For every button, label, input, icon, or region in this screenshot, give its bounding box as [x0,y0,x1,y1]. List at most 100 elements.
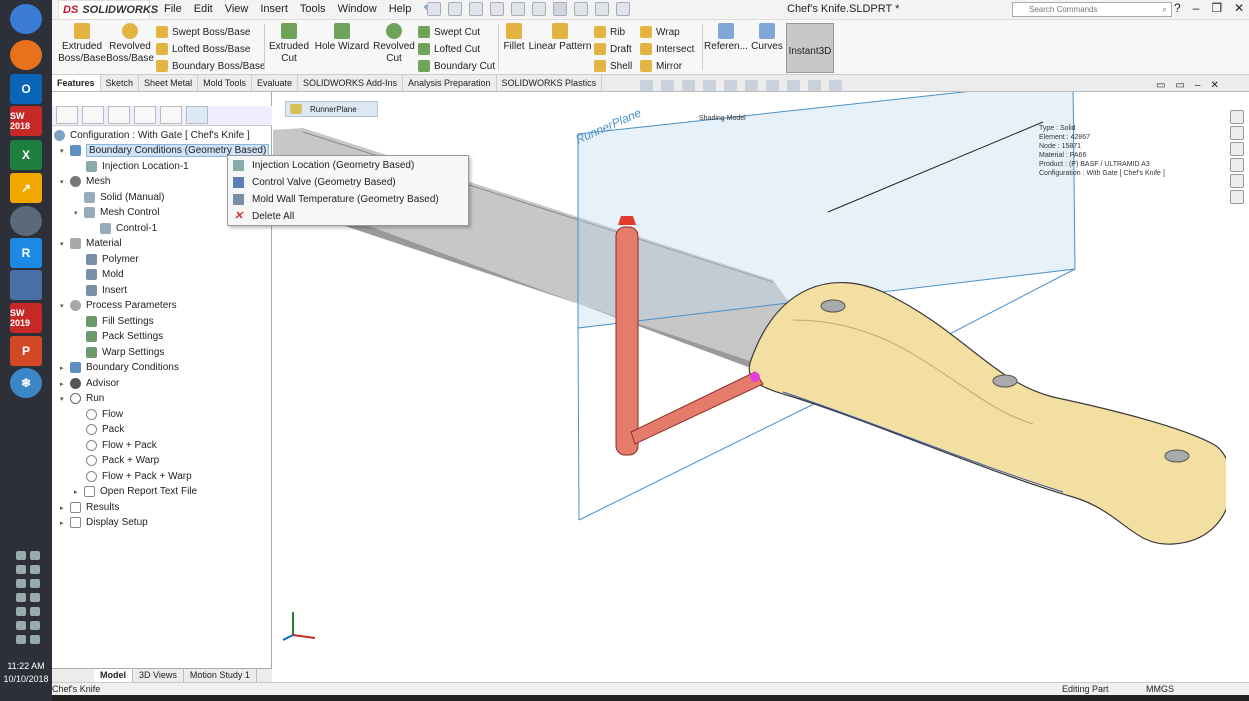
tab-model[interactable]: Model [94,669,133,682]
intersect-button[interactable]: Intersect [640,43,694,55]
plastics-manager-tab-icon[interactable] [186,106,208,124]
menu-item-delete-all[interactable]: ✕ Delete All [228,208,468,225]
feature-manager-tab-icon[interactable] [56,106,78,124]
tree-run[interactable]: ▾ Run [60,391,104,406]
file-explorer-icon[interactable] [1230,142,1244,156]
powerpoint-icon[interactable]: P [10,336,42,366]
solidworks-2018-icon[interactable]: SW 2018 [10,106,42,136]
edit-appearance-icon[interactable] [787,80,800,91]
previous-view-icon[interactable] [682,80,695,91]
solidworks-logo[interactable]: DS SOLIDWORKS [58,0,158,20]
new-icon[interactable] [448,2,462,16]
tree-injection-location[interactable]: Injection Location-1 [86,159,189,174]
lofted-cut-button[interactable]: Lofted Cut [418,43,480,55]
extruded-cut-button[interactable]: Extruded Cut [266,23,312,65]
tree-flow[interactable]: Flow [86,407,123,422]
viewport-tile-icon[interactable]: ▭ [1175,80,1184,91]
tab-analysis-preparation[interactable]: Analysis Preparation [403,75,497,91]
tree-flow-pack[interactable]: Flow + Pack [86,438,157,453]
swept-cut-button[interactable]: Swept Cut [418,26,480,38]
tree-open-report[interactable]: ▸ Open Report Text File [74,484,197,499]
tree-polymer[interactable]: Polymer [86,252,139,267]
menu-item-control-valve[interactable]: Control Valve (Geometry Based) [228,174,468,191]
menu-window[interactable]: Window [338,3,377,16]
tree-fill-settings[interactable]: Fill Settings [86,314,154,329]
menu-item-injection-location[interactable]: Injection Location (Geometry Based) [228,157,468,174]
open-icon[interactable] [469,2,483,16]
minimize-button[interactable]: – [1193,1,1200,15]
menu-help[interactable]: Help [389,3,412,16]
tree-process-params[interactable]: ▾ Process Parameters [60,298,177,313]
viewport-restore-icon[interactable]: ▭ [1156,80,1165,91]
tree-display-setup[interactable]: ▸ Display Setup [60,515,148,530]
tree-mold[interactable]: Mold [86,267,124,282]
design-library-icon[interactable] [1230,126,1244,140]
tree-material[interactable]: ▾ Material [60,236,122,251]
menu-view[interactable]: View [225,3,249,16]
tree-results[interactable]: ▸ Results [60,500,119,515]
reference-geometry-button[interactable]: Referen... [704,23,748,53]
tab-addins[interactable]: SOLIDWORKS Add-Ins [298,75,403,91]
search-icon[interactable]: ⌕ [1162,4,1167,15]
excel-icon[interactable]: X [10,140,42,170]
rebuild-icon[interactable] [574,2,588,16]
draft-button[interactable]: Draft [594,43,632,55]
boundary-cut-button[interactable]: Boundary Cut [418,60,495,72]
file-properties-icon[interactable] [595,2,609,16]
horizontal-scrollbar[interactable] [52,695,1249,701]
custom-properties-icon[interactable] [1230,190,1244,204]
linear-pattern-button[interactable]: Linear Pattern [528,23,592,53]
lofted-boss-button[interactable]: Lofted Boss/Base [156,43,250,55]
menu-item-mold-wall-temperature[interactable]: Mold Wall Temperature (Geometry Based) [228,191,468,208]
menu-tools[interactable]: Tools [300,3,326,16]
app-icon[interactable] [10,206,42,236]
tree-solid-manual[interactable]: Solid (Manual) [84,190,164,205]
viewport-close-icon[interactable]: ✕ [1210,80,1218,91]
swept-boss-button[interactable]: Swept Boss/Base [156,26,250,38]
tab-features[interactable]: Features [52,75,101,91]
tree-insert[interactable]: Insert [86,283,127,298]
tab-3d-views[interactable]: 3D Views [133,669,184,682]
rib-button[interactable]: Rib [594,26,625,38]
tree-pack-warp[interactable]: Pack + Warp [86,453,159,468]
home-icon[interactable] [427,2,441,16]
app-icon[interactable] [10,270,42,300]
zoom-area-icon[interactable] [661,80,674,91]
status-units[interactable]: MMGS [1146,684,1174,694]
search-commands-input[interactable]: Search Commands ⌕ [1012,2,1172,17]
dimxpert-tab-icon[interactable] [134,106,156,124]
extruded-boss-button[interactable]: Extruded Boss/Base [58,23,106,65]
tree-boundary[interactable]: ▸ Boundary Conditions [60,360,179,375]
display-manager-tab-icon[interactable] [160,106,182,124]
hole-wizard-button[interactable]: Hole Wizard [312,23,372,53]
outlook-icon[interactable]: O [10,74,42,104]
solidworks-resources-icon[interactable] [1230,110,1244,124]
close-button[interactable]: ✕ [1234,1,1244,15]
select-icon[interactable] [553,2,567,16]
property-manager-tab-icon[interactable] [82,106,104,124]
save-icon[interactable] [490,2,504,16]
menu-insert[interactable]: Insert [260,3,288,16]
wrap-button[interactable]: Wrap [640,26,680,38]
clock[interactable]: 11:22 AM 10/10/2018 [0,660,52,686]
app-icon[interactable]: R [10,238,42,268]
hide-show-items-icon[interactable] [766,80,779,91]
tab-sheet-metal[interactable]: Sheet Metal [139,75,199,91]
view-orientation-icon[interactable] [724,80,737,91]
windows-start-icon[interactable] [10,4,42,34]
tree-control-1[interactable]: Control-1 [100,221,157,236]
tree-config[interactable]: Configuration : With Gate [ Chef's Knife… [54,128,250,143]
tree-pack[interactable]: Pack [86,422,124,437]
curves-button[interactable]: Curves [750,23,784,53]
menu-edit[interactable]: Edit [194,3,213,16]
display-style-icon[interactable] [745,80,758,91]
view-palette-icon[interactable] [1230,158,1244,172]
tab-solidworks-plastics[interactable]: SOLIDWORKS Plastics [497,75,603,91]
menu-file[interactable]: File [164,3,182,16]
tree-advisor[interactable]: ▸ Advisor [60,376,119,391]
app-icon[interactable]: ↗ [10,173,42,203]
firefox-icon[interactable] [10,40,42,70]
solidworks-2019-icon[interactable]: SW 2019 [10,303,42,333]
tab-evaluate[interactable]: Evaluate [252,75,298,91]
viewport-minimize-icon[interactable]: – [1195,80,1201,91]
